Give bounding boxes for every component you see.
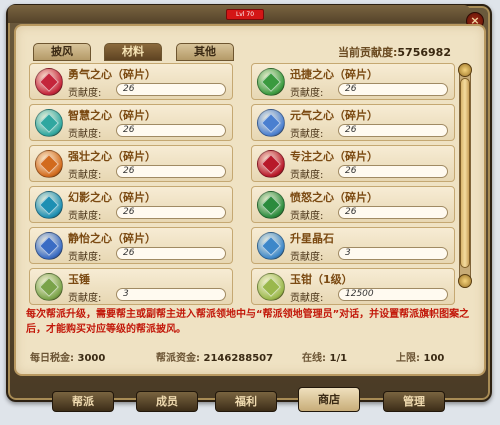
guild-funds-label: 帮派资金: [156,353,200,364]
item-contrib-label: 贡献度: [290,252,324,263]
item-contrib-value: 26 [116,206,226,219]
nav-members[interactable]: 成员 [136,391,198,412]
current-contribution-value: 5756982 [397,46,451,59]
shop-item[interactable]: 勇气之心（碎片） 贡献度: 26 [29,63,233,100]
shop-item[interactable]: 静怡之心（碎片） 贡献度: 26 [29,227,233,264]
current-contribution-label: 当前贡献度: [338,46,398,59]
item-contrib-value: 26 [116,124,226,137]
item-contrib-value: 3 [116,288,226,301]
shop-item[interactable]: 升星晶石贡献度: 3 [251,227,455,264]
shop-item[interactable]: 幻影之心（碎片） 贡献度: 26 [29,186,233,223]
guild-funds: 帮派资金: 2146288507 [156,349,273,364]
cyan-crystal-icon [35,191,63,219]
green-crystal-icon [257,68,285,96]
daily-tax: 每日税金: 3000 [30,349,105,364]
item-name: 愤怒之心（碎片） [290,191,378,204]
item-name: 元气之心（碎片） [290,109,378,122]
daily-tax-value: 3000 [77,353,106,364]
item-contrib-label: 贡献度: [290,293,324,304]
title-badge: Lvl 70 [226,9,264,20]
jade-tongs-icon [257,273,285,301]
guild-stats: 每日税金: 3000 帮派资金: 2146288507 在线: 1/1 上限: … [26,349,476,365]
item-name: 幻影之心（碎片） [68,191,156,204]
shop-item[interactable]: 玉钳（1级） 贡献度: 12500 [251,268,455,305]
item-contrib-label: 贡献度: [68,211,102,222]
item-contrib-label: 贡献度: [290,170,324,181]
scroll-up-button[interactable] [458,63,472,77]
orange-crystal-icon [35,150,63,178]
shop-item[interactable]: 智慧之心（碎片） 贡献度: 26 [29,104,233,141]
emerald-crystal-icon [257,191,285,219]
item-contrib-label: 贡献度: [290,211,324,222]
item-contrib-label: 贡献度: [290,88,324,99]
limit-label: 上限: [396,353,420,364]
current-contribution: 当前贡献度:5756982 [338,44,451,60]
item-name: 专注之心（碎片） [290,150,378,163]
item-contrib-value: 26 [338,165,448,178]
scrollbar-thumb[interactable] [460,78,470,268]
item-name: 玉锤 [68,273,90,286]
red-crystal-icon [35,68,63,96]
online-count: 在线: 1/1 [302,349,347,364]
item-contrib-label: 贡献度: [290,129,324,140]
tab-materials[interactable]: 材料 [104,43,162,61]
item-contrib-label: 贡献度: [68,129,102,140]
item-contrib-value: 26 [116,247,226,260]
guild-funds-value: 2146288507 [203,353,274,364]
shop-item[interactable]: 元气之心（碎片） 贡献度: 26 [251,104,455,141]
item-contrib-value: 26 [338,206,448,219]
item-contrib-value: 26 [116,165,226,178]
member-limit: 上限: 100 [396,349,444,364]
nav-manage[interactable]: 管理 [383,391,445,412]
item-name: 智慧之心（碎片） [68,109,156,122]
item-contrib-value: 26 [338,83,448,96]
daily-tax-label: 每日税金: [30,353,74,364]
tab-other[interactable]: 其他 [176,43,234,61]
item-contrib-label: 贡献度: [68,252,102,263]
limit-value: 100 [423,353,445,364]
teal-crystal-icon [35,109,63,137]
shop-item[interactable]: 迅捷之心（碎片） 贡献度: 26 [251,63,455,100]
bottom-nav: 帮派 成员 福利 商店 管理 [52,387,452,413]
item-name: 玉钳（1级） [290,273,353,286]
item-name: 强壮之心（碎片） [68,150,156,163]
shop-item[interactable]: 强壮之心（碎片） 贡献度: 26 [29,145,233,182]
jade-hammer-icon [35,273,63,301]
star-crystal-icon [257,232,285,260]
nav-shop[interactable]: 商店 [298,387,360,412]
crimson-star-icon [257,150,285,178]
shop-item[interactable]: 愤怒之心（碎片） 贡献度: 26 [251,186,455,223]
item-contrib-label: 贡献度: [68,170,102,181]
item-list: 勇气之心（碎片） 贡献度: 26 迅捷之心（碎片） 贡献度: 26 智慧之心（碎片） 贡献度:… [29,63,457,305]
tab-cloak[interactable]: 披风 [33,43,91,61]
item-name: 迅捷之心（碎片） [290,68,378,81]
scroll-down-button[interactable] [458,274,472,288]
online-label: 在线: [302,353,326,364]
online-value: 1/1 [329,353,348,364]
blue-crystal-icon [257,109,285,137]
nav-guild[interactable]: 帮派 [52,391,114,412]
shop-item[interactable]: 玉锤贡献度: 3 [29,268,233,305]
item-contrib-value: 12500 [338,288,448,301]
azure-crystal-icon [35,232,63,260]
item-contrib-label: 贡献度: [68,293,102,304]
item-contrib-value: 3 [338,247,448,260]
item-name: 升星晶石 [290,232,334,245]
item-contrib-label: 贡献度: [68,88,102,99]
cloak-notice: 每次帮派升级，需要帮主或副帮主进入帮派领地中与“帮派领地管理员”对话，并设置帮派… [26,309,470,335]
item-name: 勇气之心（碎片） [68,68,156,81]
item-contrib-value: 26 [338,124,448,137]
item-name: 静怡之心（碎片） [68,232,156,245]
item-contrib-value: 26 [116,83,226,96]
nav-welfare[interactable]: 福利 [215,391,277,412]
shop-item[interactable]: 专注之心（碎片） 贡献度: 26 [251,145,455,182]
